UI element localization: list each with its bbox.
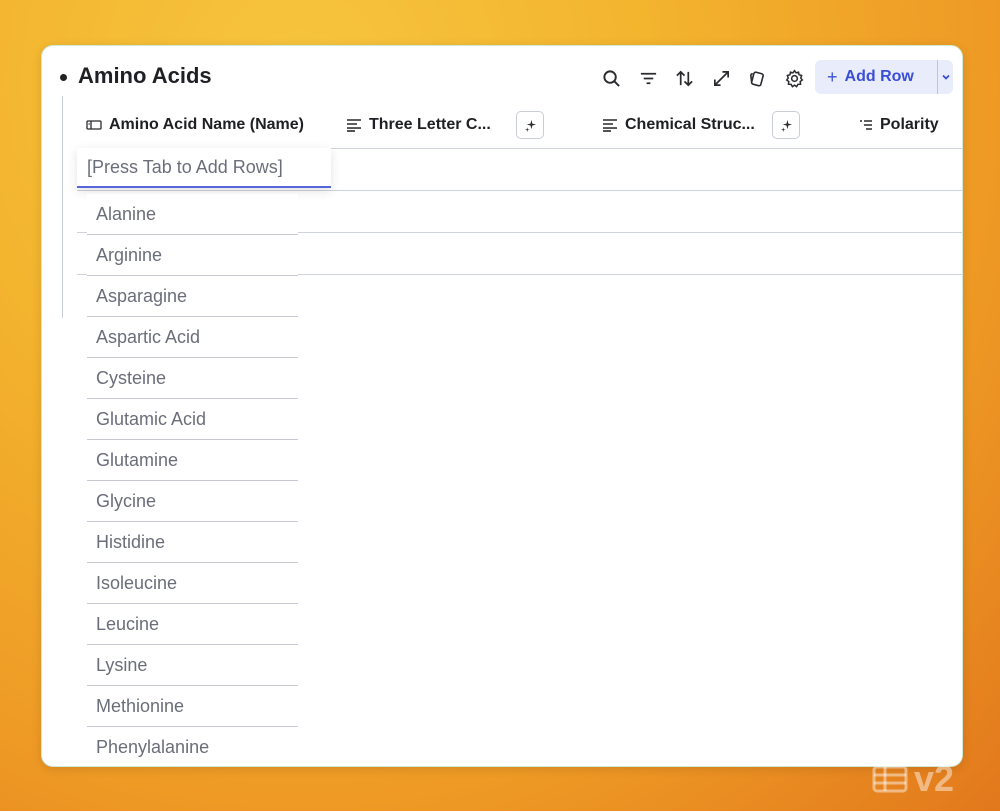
ai-fill-button[interactable]	[772, 111, 800, 139]
sparkle-icon	[524, 119, 536, 132]
column-header-polarity[interactable]: Polarity	[859, 116, 939, 134]
page-title: Amino Acids	[78, 63, 212, 88]
column-header-label: Chemical Struc...	[625, 116, 755, 133]
text-field-icon	[347, 119, 361, 132]
name-field-icon	[86, 120, 102, 130]
dropdown-option[interactable]: Alanine	[87, 194, 298, 235]
title-bar: Amino Acids + Add Row	[42, 46, 962, 108]
filter-icon[interactable]	[636, 66, 660, 90]
column-header-label: Amino Acid Name (Name)	[109, 116, 304, 133]
add-row-label: Add Row	[844, 68, 914, 85]
dropdown-option[interactable]: Glutamic Acid	[87, 399, 298, 440]
column-header-label: Polarity	[880, 116, 939, 133]
chevron-down-icon[interactable]	[938, 71, 953, 83]
autocomplete-dropdown: Alanine Arginine Asparagine Aspartic Acid Cy…	[87, 194, 298, 766]
bullet-icon	[60, 74, 67, 81]
gear-icon[interactable]	[782, 66, 806, 90]
sparkle-icon	[780, 119, 792, 132]
dropdown-option[interactable]: Lysine	[87, 645, 298, 686]
dropdown-option[interactable]: Phenylalanine	[87, 727, 298, 766]
dropdown-option[interactable]: Asparagine	[87, 276, 298, 317]
add-row-button-group: + Add Row	[815, 60, 953, 94]
plus-icon: +	[827, 66, 838, 87]
column-header-name[interactable]: Amino Acid Name (Name)	[86, 116, 304, 134]
dropdown-option[interactable]: Aspartic Acid	[87, 317, 298, 358]
expand-icon[interactable]	[709, 66, 733, 90]
dropdown-option[interactable]: Methionine	[87, 686, 298, 727]
dropdown-option[interactable]: Glutamine	[87, 440, 298, 481]
dropdown-option[interactable]: Arginine	[87, 235, 298, 276]
column-header-row: Amino Acid Name (Name) Three Letter C...…	[42, 108, 962, 148]
column-header-label: Three Letter C...	[369, 116, 491, 133]
new-row-input[interactable]: [Press Tab to Add Rows]	[77, 148, 331, 188]
sort-icon[interactable]	[672, 66, 696, 90]
dropdown-option[interactable]: Cysteine	[87, 358, 298, 399]
list-field-icon	[860, 120, 872, 130]
table-icon	[872, 765, 908, 793]
add-row-button[interactable]: + Add Row	[815, 60, 927, 94]
copy-icon[interactable]	[745, 66, 769, 90]
dropdown-option[interactable]: Isoleucine	[87, 563, 298, 604]
table-window: Amino Acids + Add Row Amino Acid Name (N…	[41, 45, 963, 767]
ai-fill-button[interactable]	[516, 111, 544, 139]
dropdown-option[interactable]: Leucine	[87, 604, 298, 645]
row-divider	[77, 190, 962, 191]
dropdown-option[interactable]: Glycine	[87, 481, 298, 522]
version-label: v2	[914, 758, 955, 799]
text-field-icon	[603, 119, 617, 132]
search-icon[interactable]	[599, 66, 623, 90]
dropdown-option[interactable]: Histidine	[87, 522, 298, 563]
version-badge: v2	[872, 758, 954, 800]
column-header-chemical[interactable]: Chemical Struc...	[602, 116, 755, 134]
column-header-three-letter[interactable]: Three Letter C...	[346, 116, 491, 134]
